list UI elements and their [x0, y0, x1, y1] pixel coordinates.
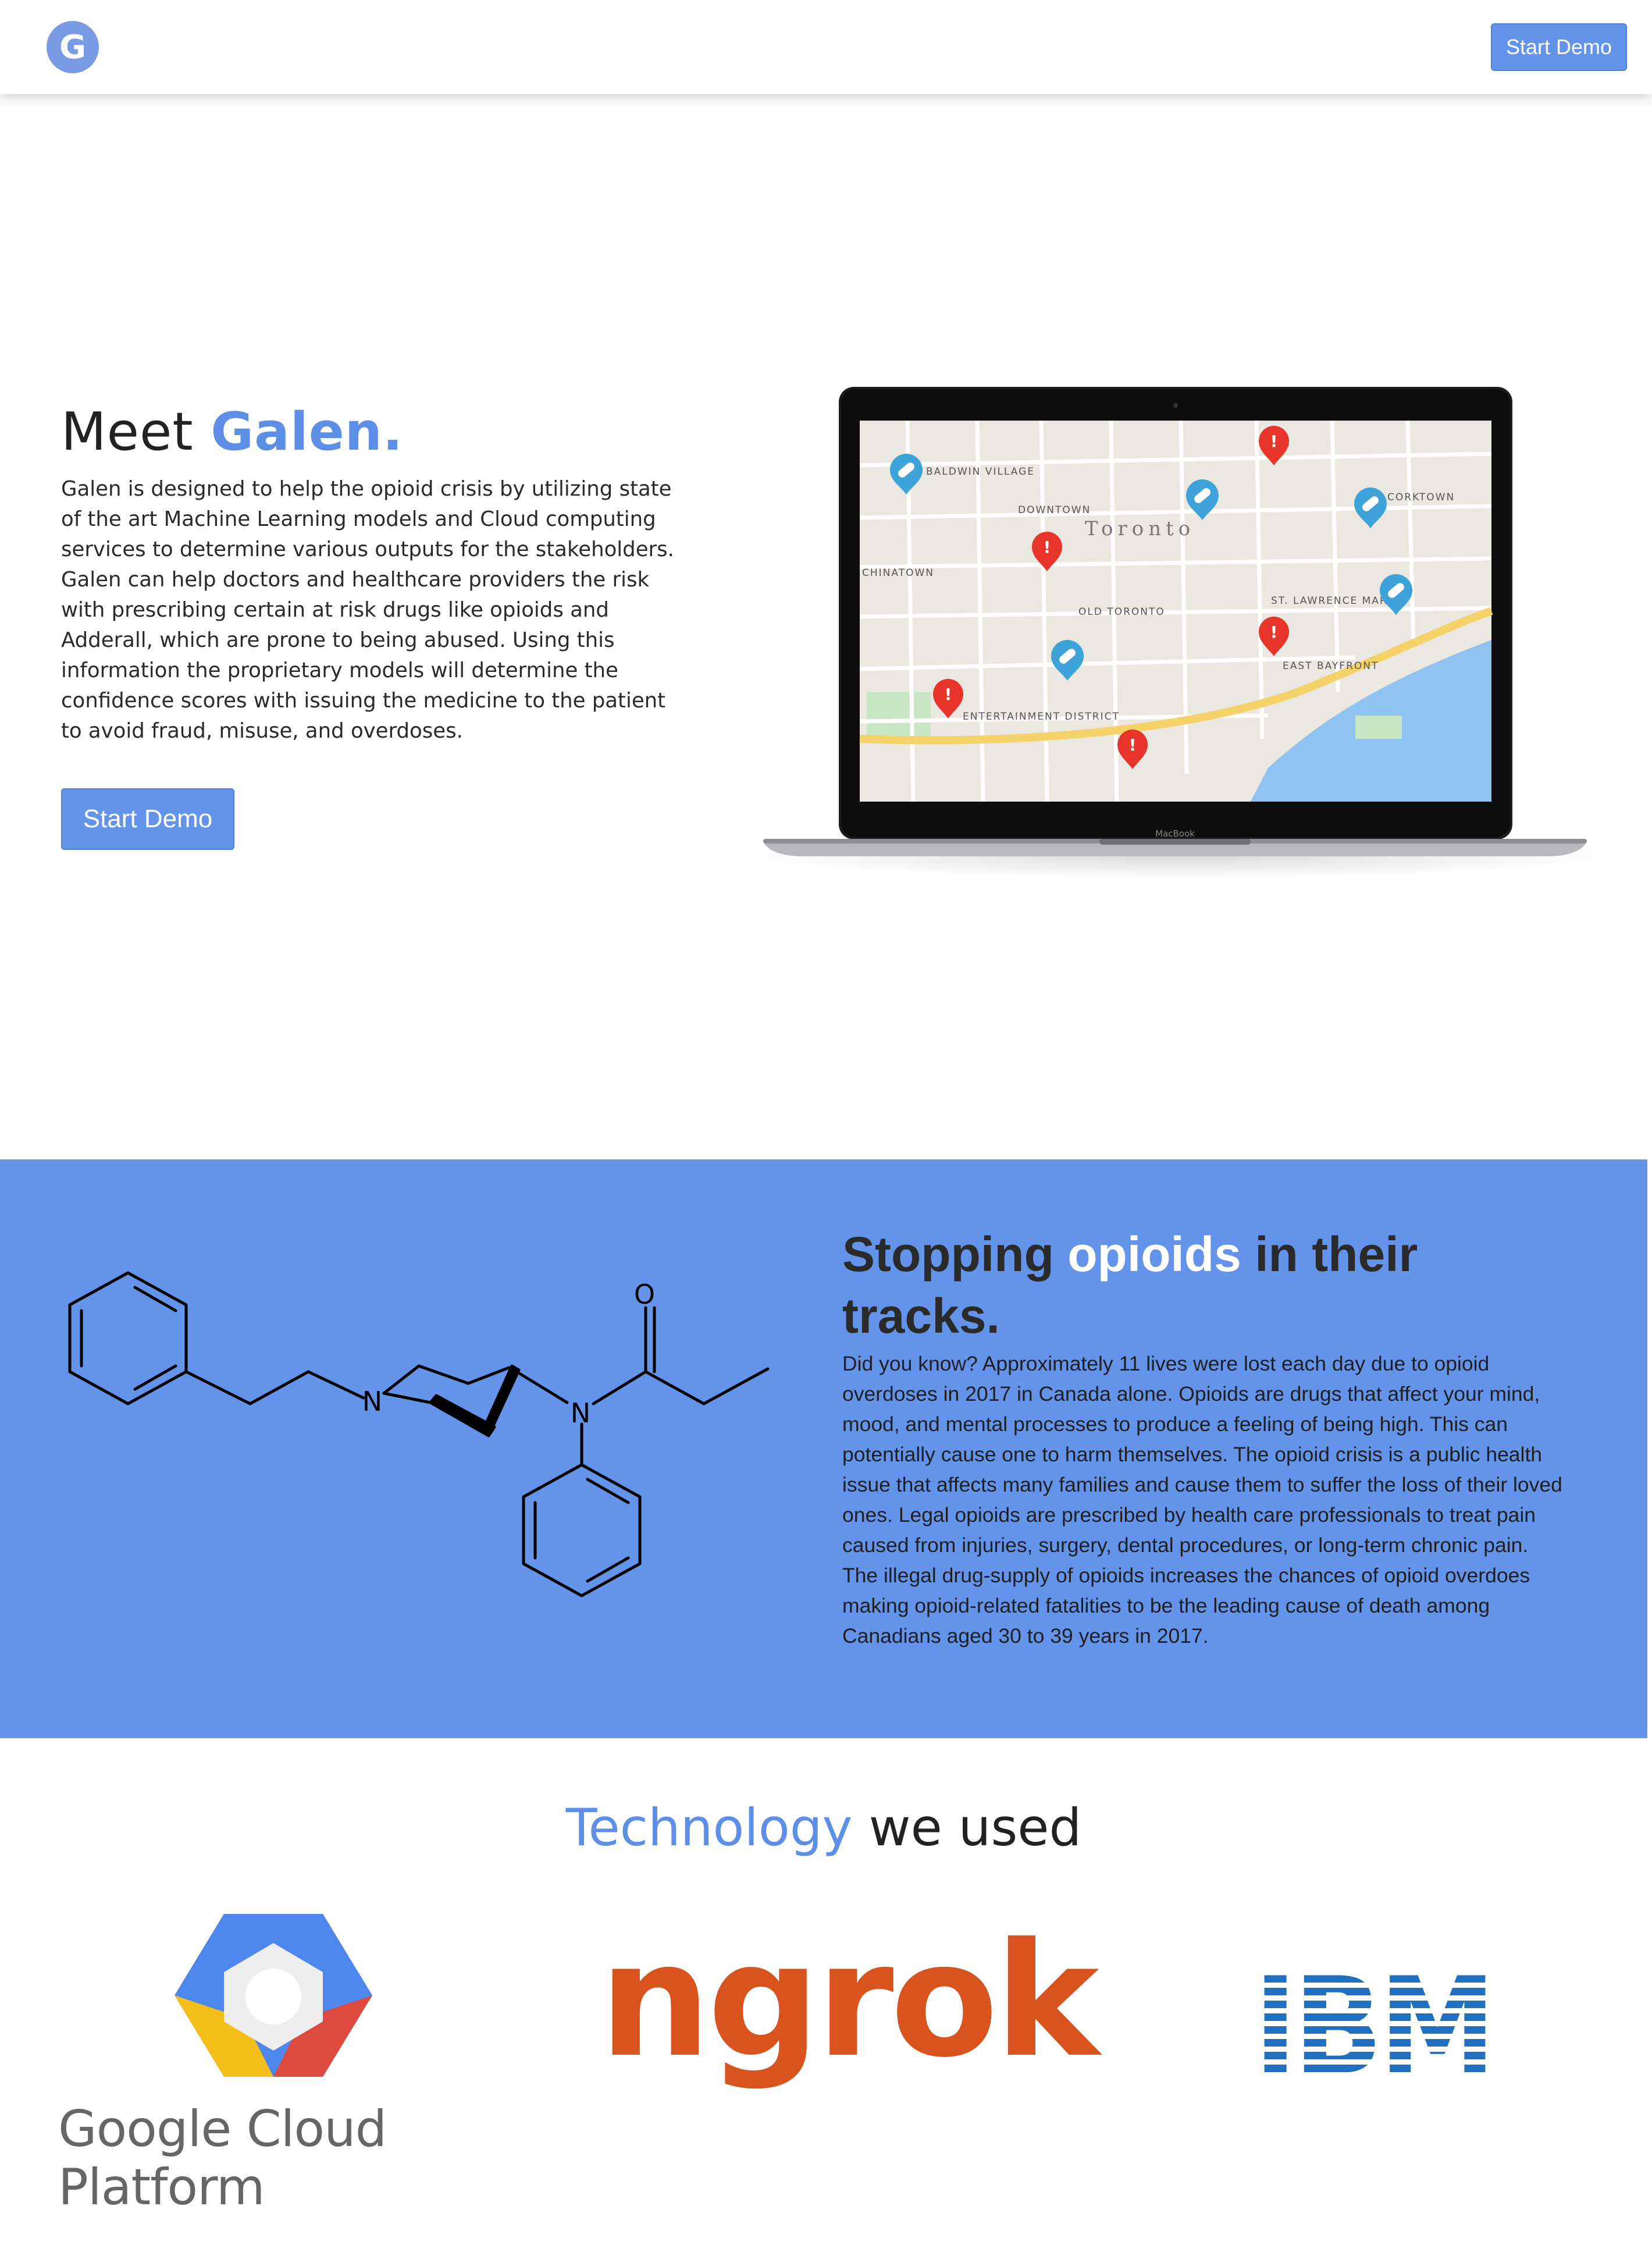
hero-title-prefix: Meet [61, 401, 211, 462]
logo-letter: G [59, 28, 86, 66]
laptop-brand: MacBook [1155, 828, 1195, 839]
opioid-title: Stopping opioids in their tracks. [842, 1223, 1540, 1347]
opioid-title-accent: opioids [1067, 1227, 1241, 1282]
atom-label-n: N [362, 1386, 382, 1417]
map-label: BALDWIN VILLAGE [926, 466, 1035, 478]
navbar: G Start Demo [0, 0, 1652, 94]
atom-label-n: N [571, 1397, 590, 1429]
atom-label-o: O [634, 1279, 655, 1310]
logo[interactable]: G [47, 21, 99, 73]
technology-title: Technology we used [0, 1798, 1647, 1857]
hero-description: Galen is designed to help the opioid cri… [61, 477, 674, 743]
map-city-label: Toronto [1085, 517, 1195, 540]
technology-title-accent: Technology [565, 1798, 853, 1857]
map-label: DOWNTOWN [1018, 504, 1091, 516]
opioid-description: Did you know? Approximately 11 lives wer… [842, 1352, 1562, 1647]
google-cloud-platform-logo-text: Google Cloud Platform [58, 2100, 387, 2216]
hero-title: Meet Galen. [61, 401, 403, 462]
opioid-title-prefix: Stopping [842, 1227, 1068, 1282]
technology-title-suffix: we used [852, 1798, 1082, 1857]
map-label: CORKTOWN [1387, 492, 1455, 503]
map-label: ENTERTAINMENT DISTRICT [963, 711, 1120, 723]
map-label: EAST BAYFRONT [1283, 660, 1379, 672]
opioid-section: N N O Stopping opioids in their tracks. … [0, 1159, 1647, 1738]
ibm-logo-text: IBM [1254, 1975, 1492, 2080]
laptop-mockup: BALDWIN VILLAGE DOWNTOWN CHINATOWN OLD T… [715, 366, 1652, 913]
hero-start-demo-button[interactable]: Start Demo [61, 788, 234, 850]
svg-text:!: ! [1129, 735, 1137, 755]
svg-text:!: ! [1044, 538, 1051, 557]
fentanyl-molecule-diagram: N N O [68, 1271, 770, 1597]
laptop-map-image: BALDWIN VILLAGE DOWNTOWN CHINATOWN OLD T… [750, 387, 1611, 878]
svg-text:!: ! [1270, 432, 1278, 451]
nav-start-demo-button[interactable]: Start Demo [1491, 23, 1627, 71]
ibm-logo: IBM [1254, 1975, 1495, 2080]
ngrok-logo: ngrok [599, 1909, 1099, 2092]
google-cloud-logo-icon [175, 1914, 372, 2077]
svg-text:!: ! [1270, 622, 1278, 642]
map-label: CHINATOWN [862, 567, 934, 579]
hero-title-accent: Galen. [211, 401, 404, 462]
map-label: OLD TORONTO [1078, 606, 1165, 618]
svg-text:!: ! [945, 685, 952, 704]
